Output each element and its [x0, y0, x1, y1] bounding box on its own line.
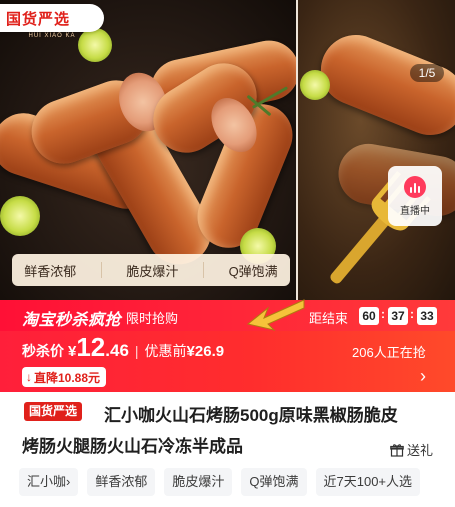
feature-chip: 鲜香浓郁: [24, 263, 77, 279]
countdown-colon: :: [381, 307, 385, 321]
live-stream-button[interactable]: 直播中: [388, 166, 442, 226]
arrow-pointer-icon: [246, 299, 305, 331]
countdown-seconds: 33: [417, 307, 437, 325]
feature-chip: 脆皮爆汁: [126, 263, 179, 279]
chip-divider: [100, 262, 102, 278]
product-title-area: 国货严选 汇小咖火山石烤肠500g原味黑椒肠脆皮 烤肠火腿肠火山石冷冻半成品 送…: [0, 392, 455, 460]
flash-price-decimal: .46: [105, 341, 129, 360]
live-bars-icon: [404, 175, 426, 198]
feature-tag[interactable]: 脆皮爆汁: [164, 468, 233, 496]
feature-tag-row: 汇小咖› 鲜香浓郁 脆皮爆汁 Q弹饱满 近7天100+人选: [19, 468, 455, 496]
countdown-hours: 60: [359, 307, 379, 325]
currency-symbol: ¥: [68, 343, 77, 360]
product-title-line1: 汇小咖火山石烤肠500g原味黑椒肠脆皮: [104, 406, 398, 425]
brand-tag[interactable]: 汇小咖›: [19, 468, 79, 496]
down-arrow-icon: ↓: [26, 370, 32, 384]
countdown-colon: :: [410, 307, 414, 321]
feature-chip: Q弹饱满: [228, 263, 278, 279]
feature-tag[interactable]: Q弹饱满: [241, 468, 307, 496]
live-bar: [414, 182, 416, 193]
live-bar: [410, 186, 412, 193]
original-price-label: 优惠前: [144, 343, 187, 359]
live-label: 直播中: [400, 205, 430, 217]
image-page-counter: 1/5: [410, 64, 444, 82]
countdown-label: 距结束: [309, 311, 349, 326]
main-product-photo[interactable]: 国货严选 HUI XIAO KA 鲜香浓郁 脆皮爆汁 Q弹饱满: [0, 0, 305, 300]
flash-price-label: 秒杀价: [22, 343, 64, 359]
price-drop-tag: ↓ 直降10.88元: [22, 367, 107, 387]
price-drop-text: 直降10.88元: [34, 370, 101, 385]
feature-tag[interactable]: 鲜香浓郁: [87, 468, 156, 496]
product-detail-page: 国货严选 HUI XIAO KA 鲜香浓郁 脆皮爆汁 Q弹饱满 1/5 直播中 …: [0, 0, 455, 507]
flash-price-integer: 12: [76, 332, 106, 362]
gift-label: 送礼: [407, 443, 434, 458]
lime-slice: [300, 70, 330, 100]
logo-text: 国货严选: [6, 10, 71, 28]
gift-icon: [390, 443, 404, 457]
sausage-illustration: [310, 24, 455, 146]
chip-divider: [203, 262, 204, 278]
countdown-minutes: 37: [388, 307, 408, 325]
title-badge: 国货严选: [24, 402, 83, 421]
flash-sale-banner[interactable]: 淘宝秒杀疯抢 限时抢购 距结束 60 : 37 : 33 秒杀价 ¥ 12 .4…: [0, 300, 455, 392]
lime-slice: [0, 196, 40, 236]
price-separator: |: [134, 343, 139, 359]
flash-sale-brand: 淘宝秒杀疯抢: [22, 312, 122, 329]
feature-chip-bar: 鲜香浓郁 脆皮爆汁 Q弹饱满: [12, 254, 290, 286]
sales-tag[interactable]: 近7天100+人选: [315, 468, 421, 496]
original-price-value: ¥26.9: [186, 343, 225, 360]
flash-sale-tag: 限时抢购: [126, 311, 179, 326]
watchers-count: 206人正在抢: [352, 345, 426, 360]
live-bar: [418, 185, 420, 193]
product-image-gallery[interactable]: 国货严选 HUI XIAO KA 鲜香浓郁 脆皮爆汁 Q弹饱满 1/5 直播中: [0, 0, 455, 300]
brand-logo-badge: 国货严选: [0, 4, 104, 32]
product-title-line2: 烤肠火腿肠火山石冷冻半成品: [22, 437, 243, 456]
logo-subtext: HUI XIAO KA: [28, 33, 76, 39]
chevron-right-icon[interactable]: ›: [420, 366, 426, 387]
gift-button[interactable]: 送礼: [390, 440, 433, 459]
